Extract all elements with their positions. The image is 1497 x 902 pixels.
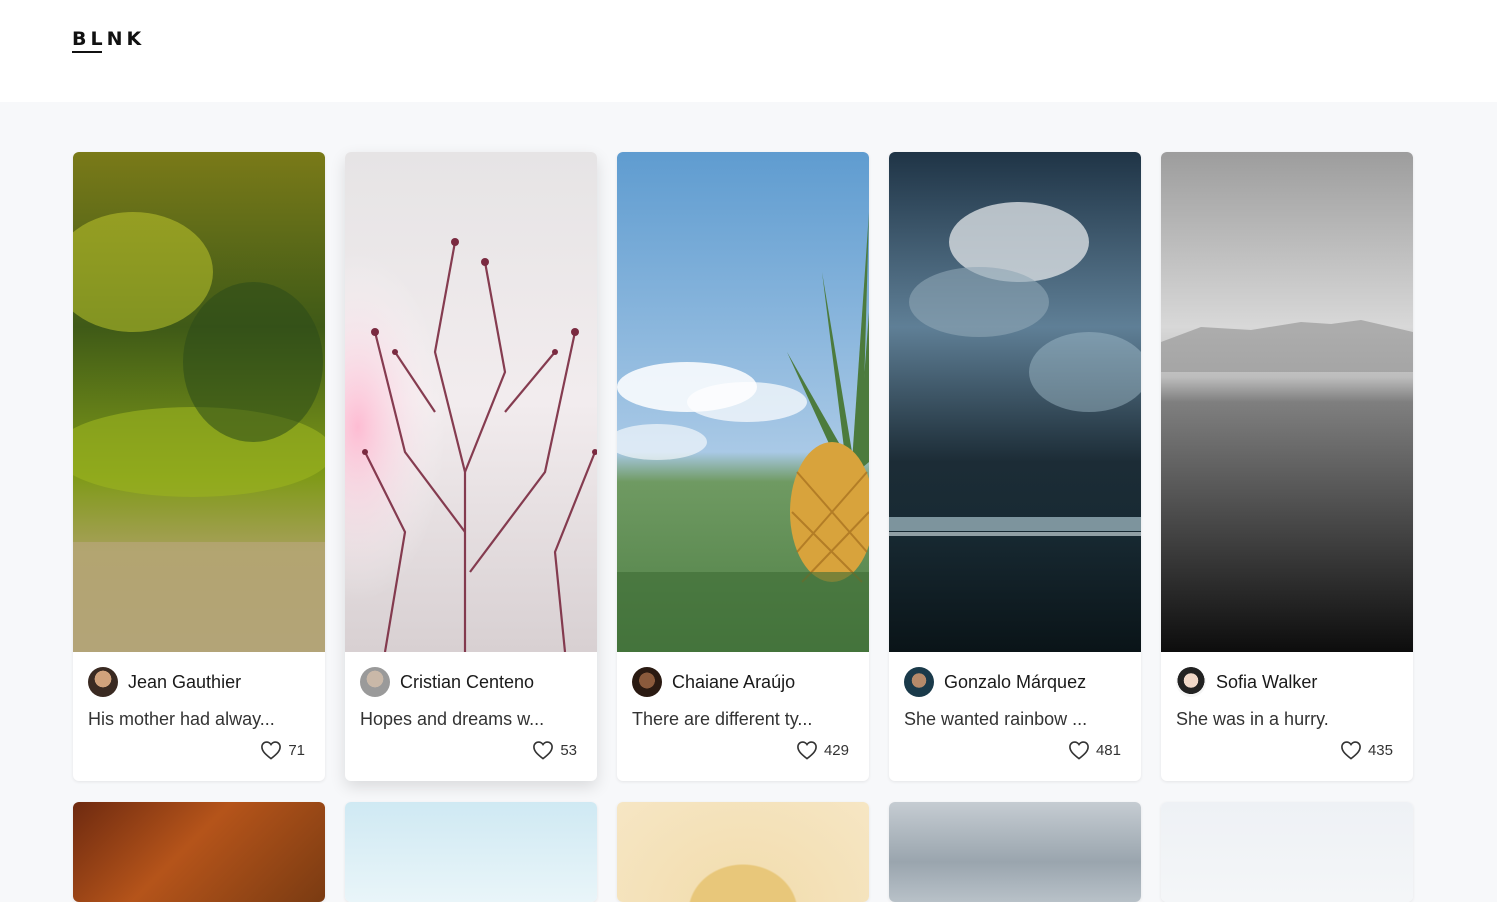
- author-name[interactable]: Cristian Centeno: [400, 672, 534, 693]
- like-button[interactable]: 53: [532, 740, 577, 760]
- author[interactable]: Chaiane Araújo: [632, 667, 795, 697]
- logo-text: BLNK: [72, 28, 146, 50]
- avatar[interactable]: [360, 667, 390, 697]
- author[interactable]: Cristian Centeno: [360, 667, 534, 697]
- like-count: 481: [1095, 741, 1121, 759]
- photo[interactable]: [73, 802, 325, 902]
- heart-icon: [1069, 741, 1089, 760]
- card-caption: She wanted rainbow ...: [904, 709, 1088, 729]
- photo-card[interactable]: Sofia Walker She was in a hurry. 435: [1161, 152, 1413, 781]
- heart-icon: [533, 741, 554, 760]
- author-name[interactable]: Gonzalo Márquez: [944, 672, 1086, 693]
- avatar[interactable]: [88, 667, 118, 697]
- photo-card[interactable]: Cristian Centeno Hopes and dreams w... 5…: [345, 152, 597, 781]
- author[interactable]: Gonzalo Márquez: [904, 667, 1086, 697]
- photo[interactable]: [617, 802, 869, 902]
- like-count: 53: [560, 741, 577, 759]
- photo-card[interactable]: [345, 802, 597, 902]
- author-name[interactable]: Jean Gauthier: [128, 672, 241, 693]
- photo-card[interactable]: [617, 802, 869, 902]
- like-button[interactable]: 71: [260, 740, 305, 760]
- photo-card[interactable]: Chaiane Araújo There are different ty...…: [617, 152, 869, 781]
- top-bar: BLNK: [0, 0, 1497, 102]
- brand-logo[interactable]: BLNK: [72, 28, 141, 56]
- author[interactable]: Sofia Walker: [1176, 667, 1317, 697]
- author-name[interactable]: Sofia Walker: [1216, 672, 1317, 693]
- card-meta: Chaiane Araújo There are different ty...…: [617, 652, 869, 781]
- photo-card[interactable]: Gonzalo Márquez She wanted rainbow ... 4…: [889, 152, 1141, 781]
- card-meta: Sofia Walker She was in a hurry. 435: [1161, 652, 1413, 781]
- card-meta: Jean Gauthier His mother had alway... 71: [73, 652, 325, 781]
- card-meta: Cristian Centeno Hopes and dreams w... 5…: [345, 652, 597, 781]
- card-caption: Hopes and dreams w...: [360, 709, 545, 729]
- avatar[interactable]: [1176, 667, 1206, 697]
- like-button[interactable]: 435: [1340, 740, 1393, 760]
- photo[interactable]: [1161, 802, 1413, 902]
- avatar[interactable]: [632, 667, 662, 697]
- card-caption: His mother had alway...: [88, 709, 275, 729]
- like-button[interactable]: 429: [796, 740, 849, 760]
- heart-icon: [1341, 741, 1361, 760]
- logo-underline: [72, 51, 102, 53]
- photo-card[interactable]: Jean Gauthier His mother had alway... 71: [73, 152, 325, 781]
- like-count: 435: [1367, 741, 1393, 759]
- author-name[interactable]: Chaiane Araújo: [672, 672, 795, 693]
- photo[interactable]: [889, 802, 1141, 902]
- photo[interactable]: [345, 802, 597, 902]
- heart-icon: [797, 741, 817, 760]
- photo[interactable]: [345, 152, 597, 652]
- like-count: 429: [823, 741, 849, 759]
- like-count: 71: [288, 741, 305, 759]
- heart-icon: [261, 741, 282, 760]
- photo[interactable]: [1161, 152, 1413, 652]
- photo[interactable]: [73, 152, 325, 652]
- like-button[interactable]: 481: [1068, 740, 1121, 760]
- photo-card[interactable]: [1161, 802, 1413, 902]
- photo[interactable]: [617, 152, 869, 652]
- photo[interactable]: [889, 152, 1141, 652]
- card-meta: Gonzalo Márquez She wanted rainbow ... 4…: [889, 652, 1141, 781]
- photo-card[interactable]: [889, 802, 1141, 902]
- author[interactable]: Jean Gauthier: [88, 667, 241, 697]
- avatar[interactable]: [904, 667, 934, 697]
- card-caption: There are different ty...: [632, 709, 813, 729]
- card-caption: She was in a hurry.: [1176, 709, 1329, 729]
- photo-card[interactable]: [73, 802, 325, 902]
